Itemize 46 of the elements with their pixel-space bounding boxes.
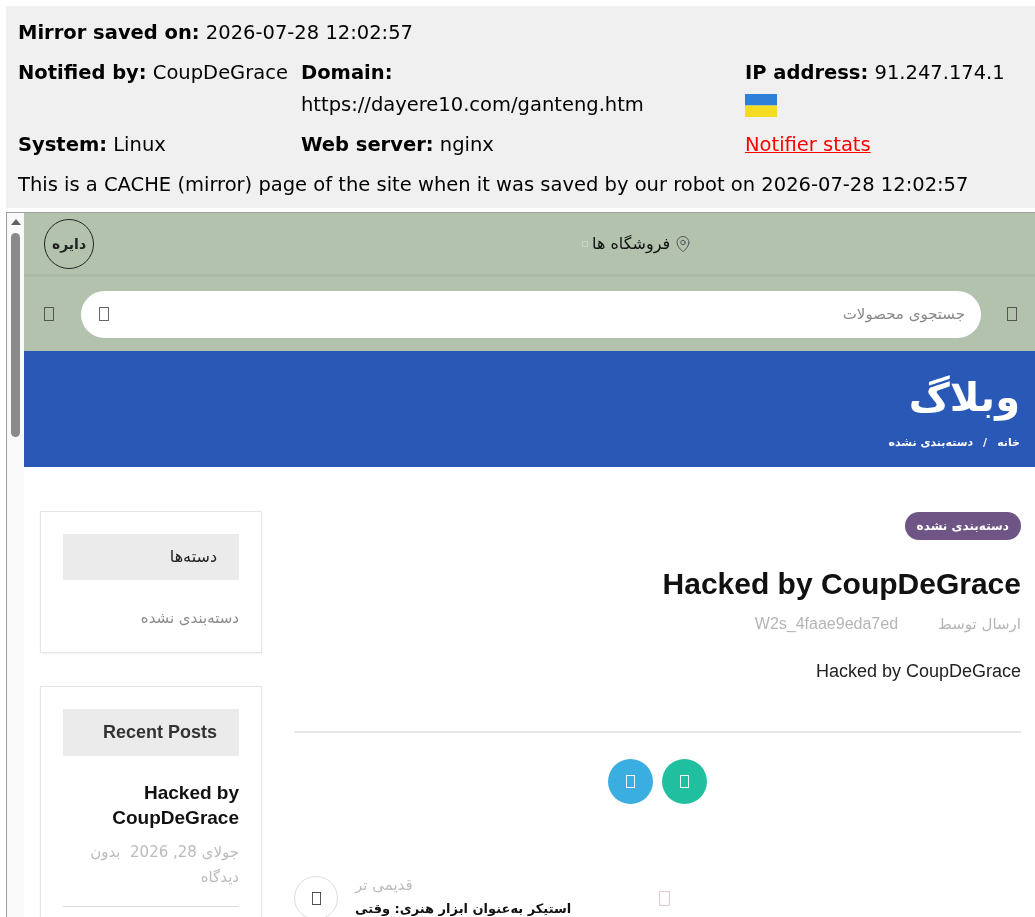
previous-post-link[interactable]: استیکر به‌عنوان ابزار هنری: وقتی xyxy=(355,896,572,917)
field-label: Domain: xyxy=(301,61,393,84)
scroll-up-arrow-icon[interactable] xyxy=(10,219,21,225)
widget-heading: Recent Posts xyxy=(63,709,239,756)
field-label: System: xyxy=(18,133,108,156)
recent-post-link[interactable]: Hacked by CoupDeGrace xyxy=(63,780,239,830)
post-body: Hacked by CoupDeGrace xyxy=(814,660,1021,683)
widget-heading: دسته‌ها xyxy=(63,534,239,580)
category-badge[interactable]: دسته‌بندی نشده xyxy=(904,512,1021,540)
field-label: Notified by: xyxy=(18,61,147,84)
search-field[interactable]: جستجوی محصولات xyxy=(81,290,981,338)
map-pin-icon xyxy=(674,233,693,254)
missing-glyph-icon xyxy=(659,890,671,906)
share-button[interactable] xyxy=(662,759,707,804)
previous-post-label: قدیمی تر xyxy=(355,875,413,896)
missing-glyph-icon xyxy=(311,891,321,905)
scrollbar[interactable] xyxy=(7,213,24,917)
recent-post-meta: جولای 28, 2026 بدون دیدگاه xyxy=(89,842,239,888)
breadcrumb-separator: / xyxy=(983,435,988,451)
missing-glyph-icon xyxy=(680,775,689,788)
scrollbar-thumb[interactable] xyxy=(11,233,20,437)
cache-notice: This is a CACHE (mirror) page of the site when it was saved by our robot on 2026-07-28 12:02:57 xyxy=(18,172,970,198)
field-label: Mirror saved on: xyxy=(18,21,200,44)
field-value: CoupDeGrace xyxy=(152,61,288,84)
share-button[interactable] xyxy=(608,759,653,804)
nav-link[interactable]: فروشگاه ها xyxy=(592,231,671,256)
field-value: Linux xyxy=(113,133,166,156)
author-label: ارسال توسط xyxy=(938,614,1021,635)
missing-glyph-icon xyxy=(626,775,635,788)
breadcrumb-link[interactable]: دسته‌بندی نشده xyxy=(888,435,974,452)
category-link[interactable]: دسته‌بندی نشده xyxy=(63,606,239,630)
post-title: Hacked by CoupDeGrace xyxy=(661,566,1021,602)
missing-glyph-icon[interactable] xyxy=(44,307,54,321)
breadcrumb-link[interactable]: خانه xyxy=(997,435,1020,452)
field-value: 91.247.174.1 xyxy=(874,61,1005,84)
flag-icon xyxy=(745,93,777,117)
notifier-stats-link[interactable]: Notifier stats xyxy=(745,133,871,156)
missing-glyph-icon[interactable] xyxy=(1007,307,1017,321)
logo-text: دایره xyxy=(51,236,87,251)
missing-glyph-icon[interactable] xyxy=(99,306,109,321)
field-value: 2026-07-28 12:02:57 xyxy=(205,21,413,44)
field-label: Web server: xyxy=(301,133,434,156)
field-value: https://dayere10.com/ganteng.htm xyxy=(301,93,644,116)
field-label: IP address: xyxy=(745,61,869,84)
page-title: وبلاگ xyxy=(907,373,1020,421)
field-value: nginx xyxy=(439,133,494,156)
